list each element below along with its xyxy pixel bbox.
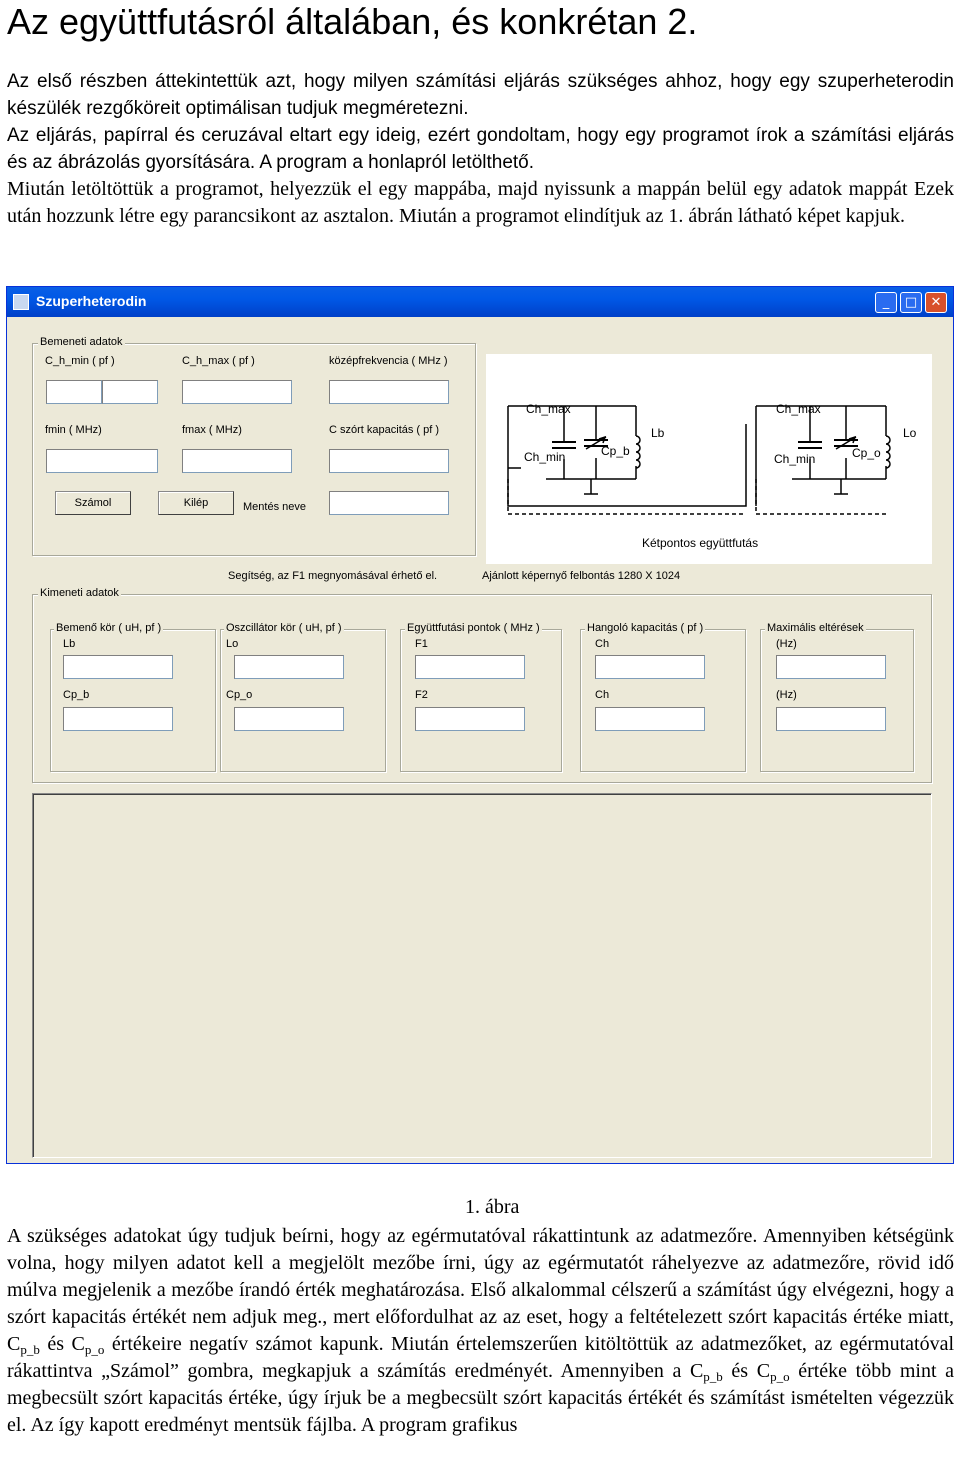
intro-text: Az első részben áttekintettük azt, hogy … [7,68,954,230]
save-name-label: Mentés neve [243,501,306,513]
calc-button[interactable]: Számol [55,491,131,515]
minimize-icon[interactable]: _ [875,292,897,313]
output-group-label: Kimeneti adatok [38,587,121,599]
help-text: Segítség, az F1 megnyomásával érhető el. [228,570,438,582]
output-lo-field[interactable] [234,655,344,679]
es-word-2: és [731,1360,749,1382]
output-box-bemeno-title: Bemenő kör ( uH, pf ) [54,622,164,634]
fmax-label: fmax ( MHz) [182,424,242,436]
left-ch-min-label: Ch_min [524,450,566,464]
resolution-text: Ajánlott képernyő felbontás 1280 X 1024 [482,570,681,582]
output-cpb-field[interactable] [63,707,173,731]
intro-paragraph-1: Az első részben áttekintettük azt, hogy … [7,71,954,119]
output-ch1-label: Ch [595,638,610,650]
output-box-egyuttfutasi-title: Együttfutási pontok ( MHz ) [405,622,542,634]
right-ch-max-label: Ch_max [776,402,821,416]
circuit-caption: Kétpontos együttfutás [642,536,759,550]
body-text-part-1: A szükséges adatokat úgy tudjuk beírni, … [7,1225,954,1328]
body-text: A szükséges adatokat úgy tudjuk beírni, … [7,1223,954,1439]
output-f1-label: F1 [415,638,428,650]
output-hz2-field[interactable] [776,707,886,731]
c-szort-label: C szórt kapacitás ( pf ) [329,424,440,436]
left-cp-label: Cp_b [601,444,630,458]
output-cpb-label: Cp_b [63,689,90,701]
c-h-min-input-b[interactable] [102,380,158,404]
window-title: Szuperheterodin [36,293,147,309]
input-group-label: Bemeneti adatok [38,336,125,348]
c-pb-sub-1: p_b [20,1342,40,1357]
app-icon [13,294,29,310]
output-hz2-label: (Hz) [776,689,797,701]
c-symbol-3: C [689,1360,704,1382]
intro-paragraph-3: Miután letöltöttük a programot, helyezzü… [7,178,954,227]
window-client: Bemeneti adatok C_h_min ( pf ) C_h_max (… [10,317,950,1161]
c-symbol-1: C [7,1333,21,1355]
output-lb-field[interactable] [63,655,173,679]
output-f2-label: F2 [415,689,428,701]
page-title: Az együttfutásról általában, és konkréta… [7,1,698,42]
graph-panel [32,793,932,1158]
c-h-max-input[interactable] [182,380,292,404]
output-box-hangolo-title: Hangoló kapacitás ( pf ) [585,622,706,634]
es-word-1: és [47,1333,64,1355]
intro-paragraph-2: Az eljárás, papírral és ceruzával eltart… [7,125,954,173]
c-po-sub-2: p_o [770,1369,790,1384]
output-f1-field[interactable] [415,655,525,679]
c-h-min-label: C_h_min ( pf ) [45,355,115,367]
output-ch1-field[interactable] [595,655,705,679]
exit-button[interactable]: Kilép [158,491,234,515]
fmin-input[interactable] [46,449,158,473]
circuit-diagram: Ch_max Ch_min Cp_b Lb Ch_max Ch_min Cp_o… [486,354,932,564]
output-lo-label: Lo [226,638,239,650]
right-ch-min-label: Ch_min [774,452,816,466]
output-ch2-label: Ch [595,689,610,701]
output-f2-field[interactable] [415,707,525,731]
output-cpo-label: Cp_o [226,689,253,701]
output-ch2-field[interactable] [595,707,705,731]
output-hz1-field[interactable] [776,655,886,679]
output-hz1-label: (Hz) [776,638,797,650]
close-icon[interactable]: ✕ [925,292,947,313]
fmax-input[interactable] [182,449,292,473]
body-paragraph: A szükséges adatokat úgy tudjuk beírni, … [7,1223,954,1439]
left-l-label: Lb [651,426,665,440]
kozepfrekvencia-label: középfrekvencia ( MHz ) [329,355,448,367]
c-szort-input[interactable] [329,449,449,473]
c-symbol-4: C [756,1360,771,1382]
figure-caption: 1. ábra [465,1196,520,1218]
fmin-label: fmin ( MHz) [45,424,102,436]
save-name-input[interactable] [329,491,449,515]
output-box-oszcillator-title: Oszcillátor kör ( uH, pf ) [224,622,344,634]
app-window: Szuperheterodin _ □ ✕ Bemeneti adatok C_… [6,286,954,1164]
left-ch-max-label: Ch_max [526,402,571,416]
c-h-min-input-a[interactable] [46,380,102,404]
output-box-elteresek-title: Maximális eltérések [765,622,866,634]
window-titlebar[interactable]: Szuperheterodin _ □ ✕ [7,287,953,317]
output-lb-label: Lb [63,638,76,650]
kozepfrekvencia-input[interactable] [329,380,449,404]
right-l-label: Lo [903,426,917,440]
c-pb-sub-2: p_b [703,1369,723,1384]
c-h-max-label: C_h_max ( pf ) [182,355,255,367]
maximize-icon[interactable]: □ [900,292,922,313]
right-cp-label: Cp_o [852,446,881,460]
output-cpo-field[interactable] [234,707,344,731]
c-symbol-2: C [71,1333,85,1355]
c-po-sub-1: p_o [84,1342,105,1357]
